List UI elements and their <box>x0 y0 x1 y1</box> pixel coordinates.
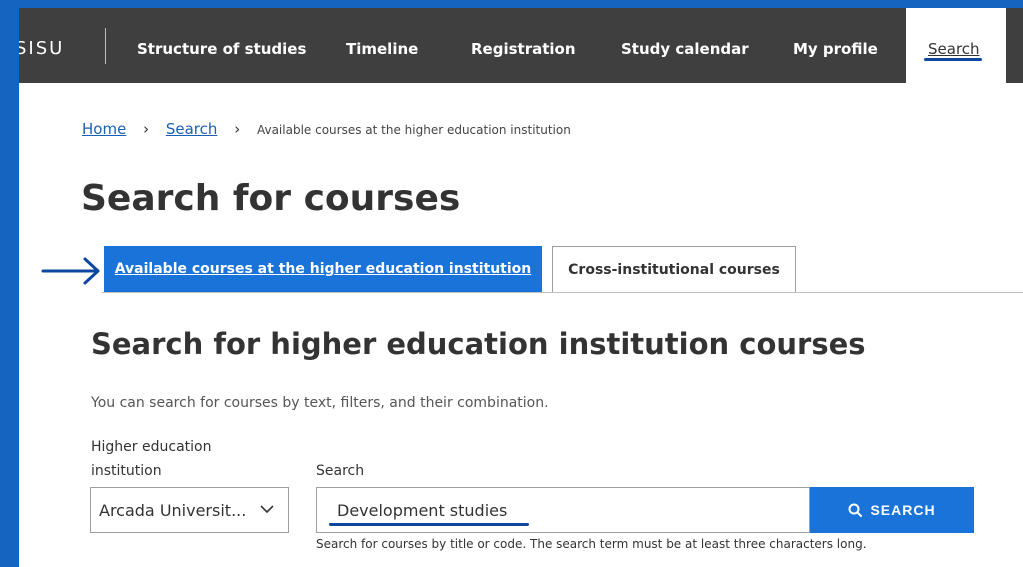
nav-study-calendar[interactable]: Study calendar <box>621 40 749 58</box>
search-icon <box>848 503 863 517</box>
tab-divider <box>102 292 1023 293</box>
section-title: Search for higher education institution … <box>91 327 866 361</box>
annotation-underline <box>924 58 982 61</box>
chevron-right-icon: › <box>234 120 241 138</box>
breadcrumb-home-link[interactable]: Home <box>82 120 126 138</box>
search-hint: Search for courses by title or code. The… <box>316 537 867 551</box>
logo-divider <box>105 28 106 64</box>
nav-timeline[interactable]: Timeline <box>346 40 418 58</box>
search-label: Search <box>316 463 365 479</box>
institution-select[interactable]: Arcada Universit... <box>90 487 289 533</box>
top-navigation: SISU Structure of studies Timeline Regis… <box>19 8 1023 83</box>
nav-overflow <box>1006 8 1023 83</box>
chevron-down-icon <box>260 505 274 514</box>
breadcrumb-current: Available courses at the higher educatio… <box>256 123 571 137</box>
search-button[interactable]: SEARCH <box>810 487 974 533</box>
arrow-right-icon <box>41 257 100 285</box>
app-frame: SISU Structure of studies Timeline Regis… <box>19 8 1023 567</box>
page-title: Search for courses <box>81 178 461 219</box>
chevron-right-icon: › <box>143 120 150 138</box>
nav-search-active[interactable]: Search <box>906 8 1006 83</box>
breadcrumb: Home › Search › Available courses at the… <box>82 120 571 138</box>
nav-my-profile[interactable]: My profile <box>793 40 878 58</box>
tab-available-courses[interactable]: Available courses at the higher educatio… <box>104 246 542 292</box>
tab-cross-institutional[interactable]: Cross-institutional courses <box>552 246 796 292</box>
nav-structure-of-studies[interactable]: Structure of studies <box>137 40 306 58</box>
search-button-label: SEARCH <box>870 502 936 518</box>
nav-registration[interactable]: Registration <box>471 40 576 58</box>
sisu-logo[interactable]: SISU <box>19 38 64 59</box>
nav-search-label[interactable]: Search <box>928 40 980 58</box>
institution-label: Higher education institution <box>91 439 212 479</box>
institution-value: Arcada Universit... <box>99 500 247 520</box>
search-input-value: Development studies <box>337 500 508 520</box>
breadcrumb-search-link[interactable]: Search <box>166 120 218 138</box>
help-text: You can search for courses by text, filt… <box>91 395 549 411</box>
annotation-underline <box>329 523 529 526</box>
search-input[interactable]: Development studies <box>316 487 810 533</box>
